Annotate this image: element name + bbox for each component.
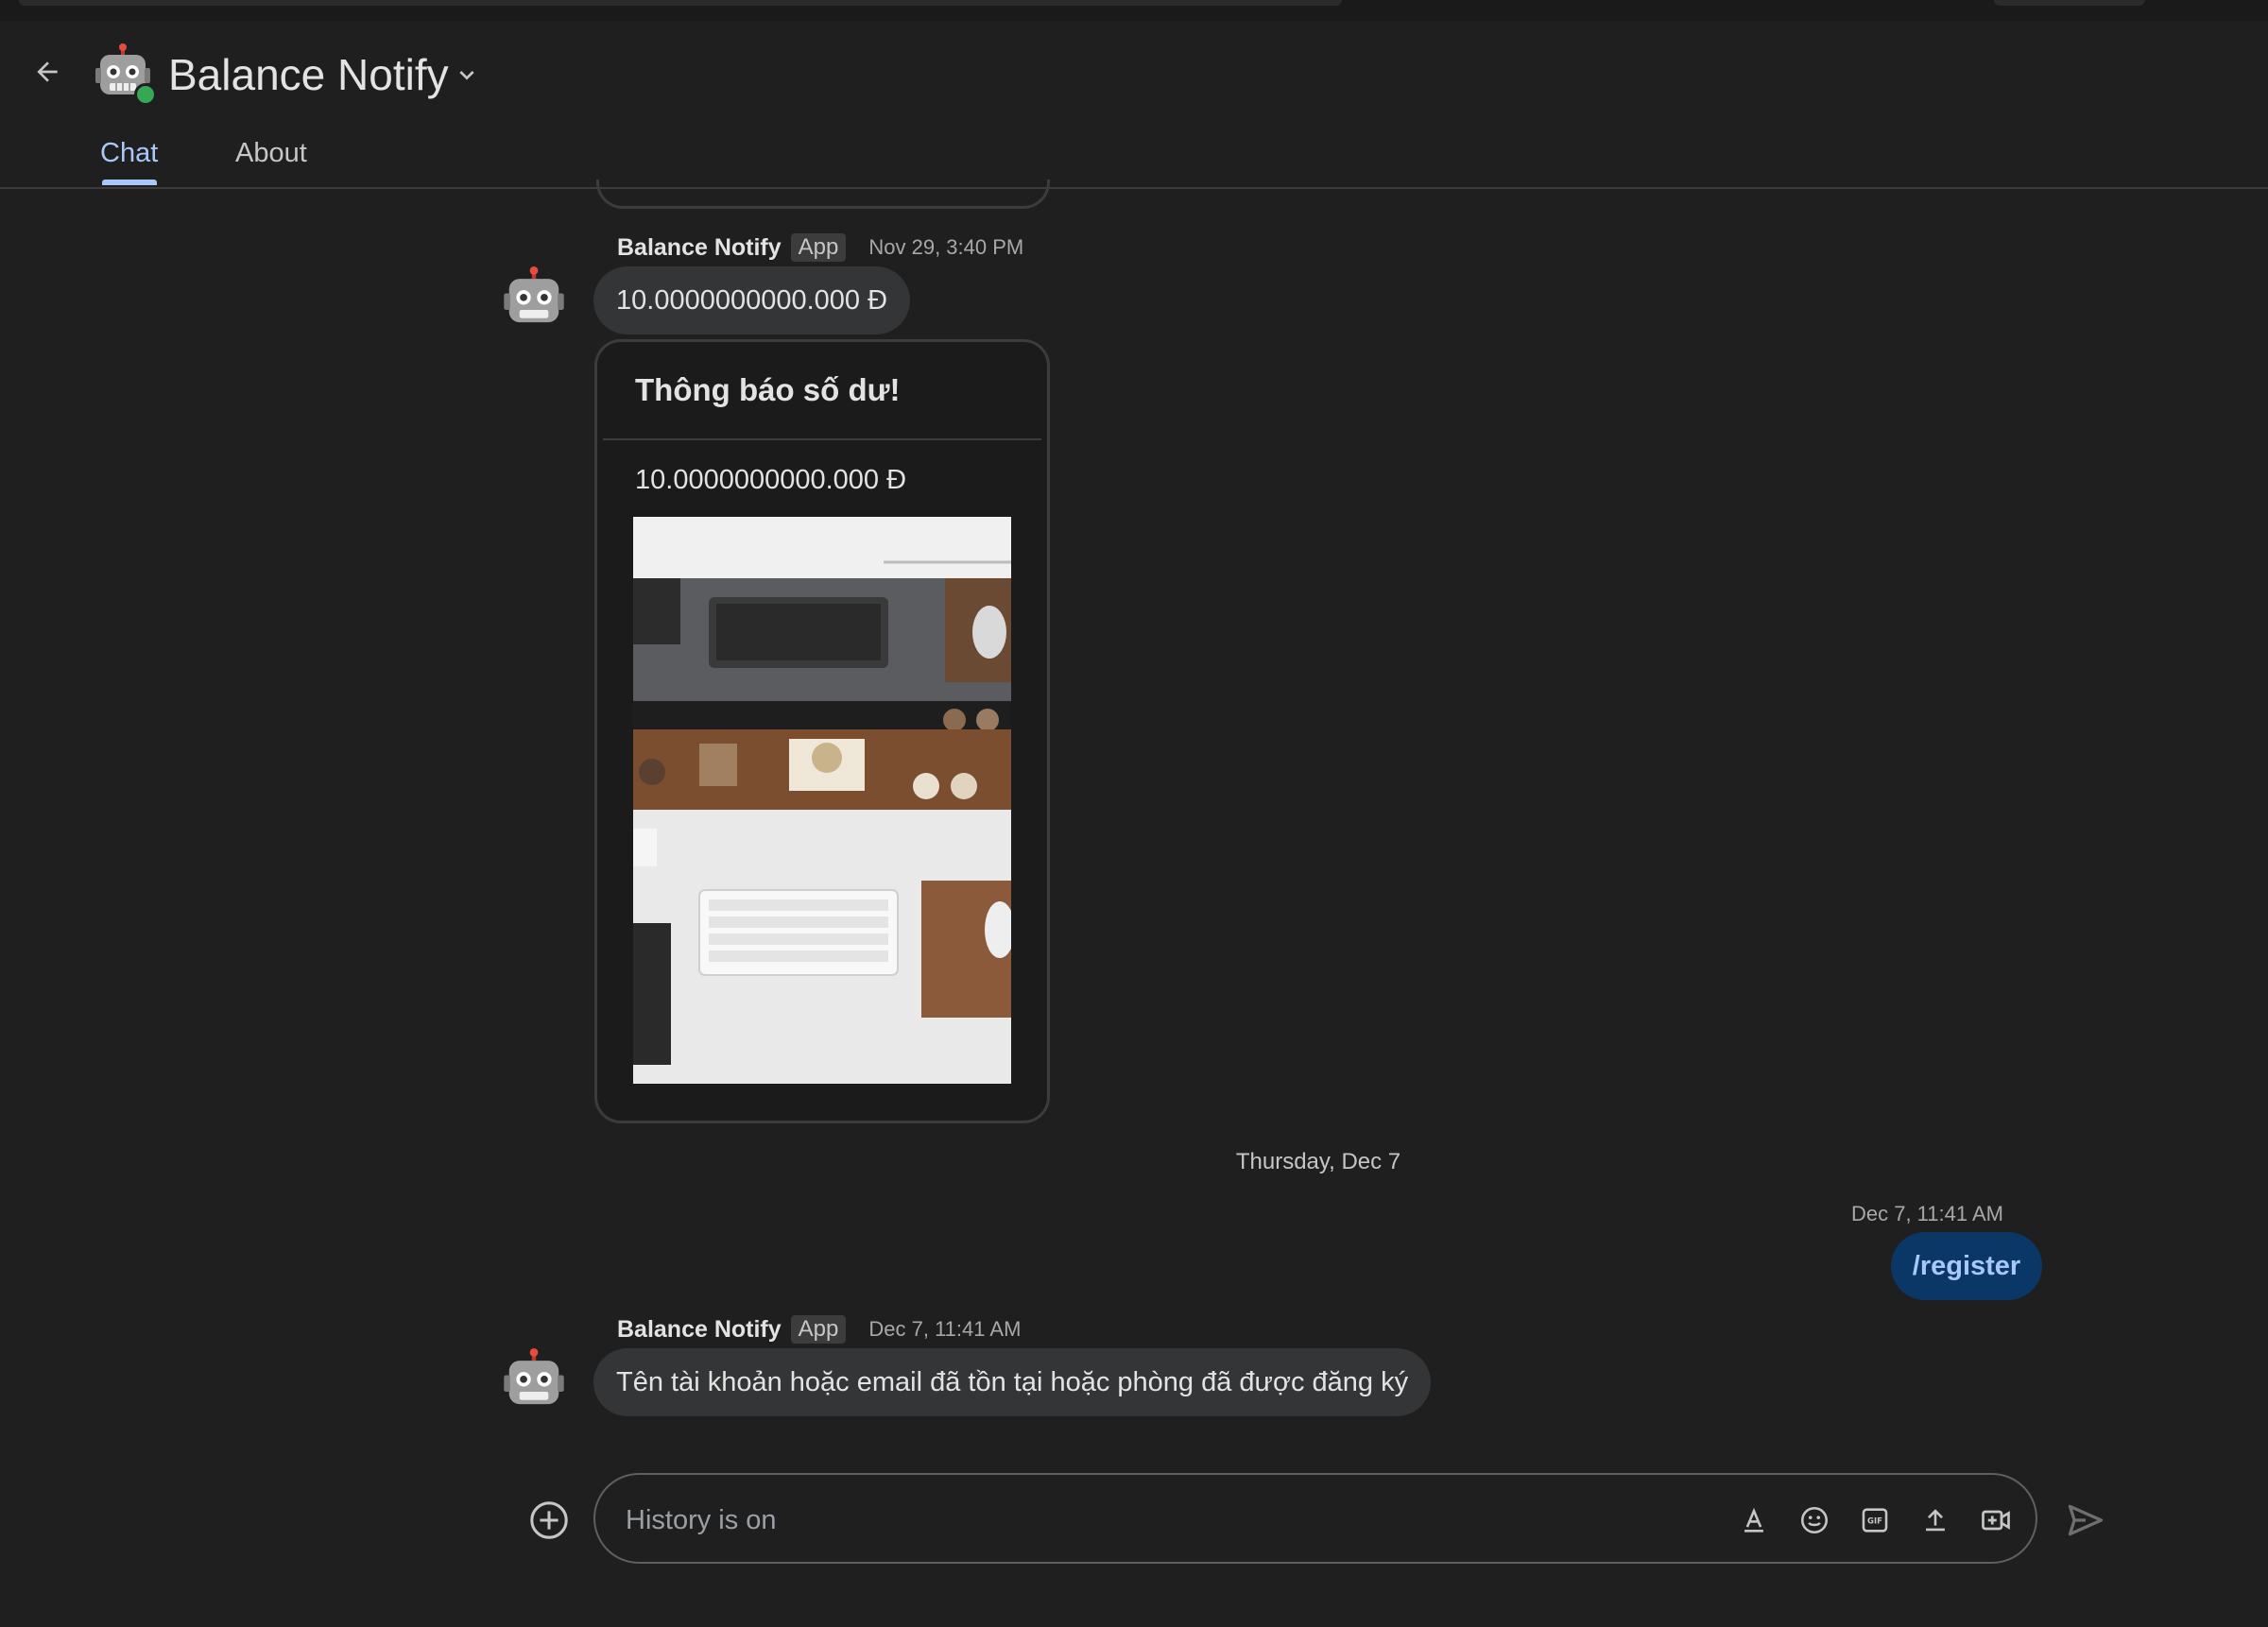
date-separator: Thursday, Dec 7 — [1235, 1149, 1401, 1174]
message-time: Nov 29, 3:40 PM — [868, 235, 1024, 259]
desk-photo — [633, 517, 1011, 1084]
active-tab-indicator — [102, 180, 157, 185]
tab-about[interactable]: About — [235, 138, 307, 169]
message-composer: GIF — [593, 1473, 2037, 1564]
card-divider — [603, 438, 1041, 440]
upload-icon[interactable] — [1916, 1501, 1954, 1539]
top-scroll-area — [19, 0, 1342, 6]
app-badge: App — [790, 233, 847, 262]
robot-avatar-icon — [504, 266, 564, 323]
online-status-dot — [134, 83, 157, 106]
message-input[interactable] — [624, 1496, 1620, 1545]
send-icon[interactable] — [2065, 1499, 2106, 1541]
card-image[interactable] — [633, 517, 1011, 1084]
my-message-time: Dec 7, 11:41 AM — [1850, 1202, 2003, 1225]
message-bubble[interactable]: Tên tài khoản hoặc email đã tồn tại hoặc… — [593, 1348, 1432, 1416]
card-amount: 10.0000000000.000 Đ — [635, 465, 907, 495]
add-plus-icon[interactable] — [527, 1499, 571, 1542]
previous-card-bottom — [596, 180, 1050, 209]
message-header: Balance Notify App Nov 29, 3:40 PM — [617, 233, 1023, 262]
top-scroll-area-right — [1994, 0, 2145, 6]
browser-top-strip — [0, 0, 2268, 21]
message-header: Balance Notify App Dec 7, 11:41 AM — [617, 1315, 1021, 1344]
balance-card[interactable]: Thông báo số dư! 10.0000000000.000 Đ — [594, 339, 1050, 1123]
chat-header: Balance Notify Chat About — [0, 21, 2268, 189]
sender-name: Balance Notify — [617, 233, 782, 261]
video-meeting-icon[interactable] — [1977, 1501, 2015, 1539]
chat-title[interactable]: Balance Notify — [168, 49, 449, 100]
robot-avatar-icon — [504, 1348, 564, 1405]
my-message-bubble[interactable]: /register — [1891, 1232, 2042, 1300]
text-format-icon[interactable] — [1735, 1501, 1773, 1539]
sender-name: Balance Notify — [617, 1315, 782, 1343]
message-time: Dec 7, 11:41 AM — [868, 1317, 1022, 1341]
gif-icon[interactable]: GIF — [1856, 1501, 1894, 1539]
chevron-down-icon[interactable] — [452, 60, 482, 95]
card-title: Thông báo số dư! — [635, 372, 901, 407]
tab-chat[interactable]: Chat — [100, 138, 158, 169]
back-arrow-icon[interactable] — [26, 51, 68, 93]
message-bubble[interactable]: 10.0000000000.000 Đ — [593, 266, 911, 334]
app-badge: App — [790, 1315, 847, 1344]
svg-text:GIF: GIF — [1867, 1517, 1882, 1527]
emoji-icon[interactable] — [1796, 1501, 1833, 1539]
